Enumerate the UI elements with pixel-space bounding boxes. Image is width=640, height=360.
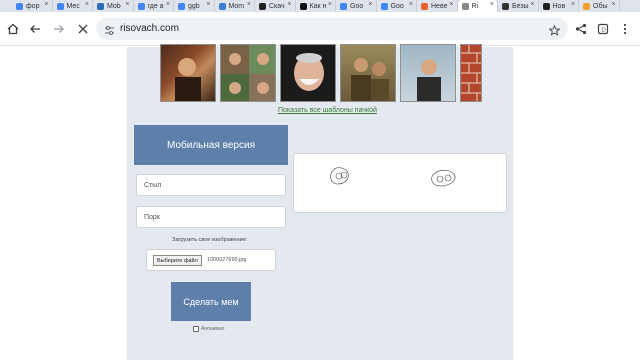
tab-close-icon[interactable]: × <box>125 1 129 8</box>
stop-loading-icon[interactable] <box>74 20 92 38</box>
tab-label: Скач <box>269 2 285 10</box>
tab-favicon-icon <box>259 2 266 10</box>
tab-label: Мес <box>66 2 80 10</box>
browser-tab[interactable]: Ri × <box>457 0 498 12</box>
browser-tab[interactable]: Нов × <box>539 0 579 12</box>
tab-label: Mom <box>228 2 245 10</box>
tab-label: Безы <box>512 2 529 10</box>
anonymous-checkbox[interactable] <box>193 326 199 332</box>
svg-text::D: :D <box>600 27 606 33</box>
tab-close-icon[interactable]: × <box>206 1 210 8</box>
show-all-templates-link[interactable]: Показать все шаблоны пачкой <box>278 107 377 114</box>
tab-close-icon[interactable]: × <box>85 1 89 8</box>
browser-tab[interactable]: фор × <box>12 0 53 12</box>
url-text: risovach.com <box>120 23 179 34</box>
browser-tab[interactable]: Goo × <box>377 0 417 12</box>
tab-favicon-icon <box>137 2 145 10</box>
back-icon[interactable] <box>26 20 44 38</box>
tab-favicon-icon <box>56 2 64 10</box>
tab-close-icon[interactable]: × <box>368 1 372 8</box>
anonymous-option[interactable]: Анонимно <box>193 326 224 332</box>
tab-close-icon[interactable]: × <box>247 1 251 8</box>
browser-tab[interactable]: где а × <box>134 0 174 12</box>
tab-favicon-icon <box>16 2 23 10</box>
meme-template-thumbnail[interactable] <box>280 44 336 102</box>
tab-close-icon[interactable]: × <box>530 1 534 8</box>
browser-tab[interactable]: Скач × <box>255 0 296 12</box>
meme-preview <box>293 153 507 213</box>
tab-favicon-icon <box>340 2 347 10</box>
site-info-icon[interactable] <box>104 23 115 41</box>
tab-favicon-icon <box>542 2 550 10</box>
tab-close-icon[interactable]: × <box>571 1 575 8</box>
meme-template-thumbnail[interactable] <box>460 44 482 102</box>
browser-tab[interactable]: Обы × <box>579 0 620 12</box>
browser-tab[interactable]: Mob × <box>93 0 134 12</box>
tab-close-icon[interactable]: × <box>44 1 48 8</box>
tab-switcher-icon[interactable]: :D <box>594 20 612 38</box>
more-menu-icon[interactable] <box>616 20 634 38</box>
tab-label: ggb <box>188 2 200 10</box>
address-bar[interactable]: risovach.com <box>96 18 568 40</box>
tab-label: Обы <box>593 2 608 10</box>
tab-close-icon[interactable]: × <box>449 1 453 8</box>
browser-tab[interactable]: Goo × <box>336 0 377 12</box>
tab-favicon-icon <box>299 2 307 10</box>
tab-favicon-icon <box>218 2 226 10</box>
tab-favicon-icon <box>502 2 509 10</box>
tab-favicon-icon <box>583 2 590 10</box>
file-upload-box: Выберите файл 1000027690.jpg <box>146 249 276 271</box>
bookmark-star-icon[interactable] <box>548 23 561 41</box>
browser-tab[interactable]: Mom × <box>215 0 255 12</box>
tab-close-icon[interactable]: × <box>287 1 291 8</box>
tab-close-icon[interactable]: × <box>490 1 494 8</box>
browser-tab[interactable]: Неве × <box>417 0 458 12</box>
browser-toolbar: risovach.com :D <box>0 12 640 46</box>
tab-favicon-icon <box>461 2 469 10</box>
tab-label: фор <box>26 2 40 10</box>
forward-icon[interactable] <box>50 20 68 38</box>
tab-favicon-icon <box>97 2 104 10</box>
tab-favicon-icon <box>178 2 185 10</box>
tab-label: Goo <box>350 2 364 10</box>
browser-tab[interactable]: ggb × <box>174 0 215 12</box>
home-icon[interactable] <box>4 20 22 38</box>
file-name: 1000027690.jpg <box>207 257 247 263</box>
meme-template-thumbnail[interactable] <box>400 44 456 102</box>
tab-close-icon[interactable]: × <box>611 1 615 8</box>
tab-close-icon[interactable]: × <box>409 1 413 8</box>
tab-favicon-icon <box>380 2 388 10</box>
browser-tab[interactable]: Как н × <box>296 0 336 12</box>
top-text-input[interactable]: Стыл <box>136 174 286 196</box>
tab-strip: фор × Мес × Mob × где а × ggb × Mom × Скач × Как н × Goo… <box>0 0 640 12</box>
anonymous-label: Анонимно <box>201 326 225 332</box>
tab-label: Как н <box>309 2 327 10</box>
tab-label: Mob <box>107 2 121 10</box>
make-meme-button[interactable]: Сделать мем <box>171 282 251 321</box>
tab-close-icon[interactable]: × <box>328 1 332 8</box>
tab-close-icon[interactable]: × <box>166 1 170 8</box>
tab-label: где а <box>147 2 164 10</box>
tab-label: Goo <box>390 2 404 10</box>
tab-label: Ri <box>471 2 479 10</box>
browser-tab[interactable]: Мес × <box>53 0 93 12</box>
share-icon[interactable] <box>572 20 590 38</box>
tab-favicon-icon <box>421 2 428 10</box>
upload-label: Загрузить свое изображение: <box>172 237 248 243</box>
preview-sketch <box>330 167 456 187</box>
tab-label: Нов <box>552 2 566 10</box>
meme-template-thumbnail[interactable] <box>220 44 276 102</box>
template-thumbnails <box>160 44 482 102</box>
meme-template-thumbnail[interactable] <box>340 44 396 102</box>
tab-label: Неве <box>431 2 448 10</box>
choose-file-button[interactable]: Выберите файл <box>153 255 202 266</box>
browser-tab[interactable]: Безы × <box>498 0 539 12</box>
mobile-version-button[interactable]: Мобильная версия <box>134 125 288 165</box>
bottom-text-input[interactable]: Порк <box>136 206 286 228</box>
meme-template-thumbnail[interactable] <box>160 44 216 102</box>
